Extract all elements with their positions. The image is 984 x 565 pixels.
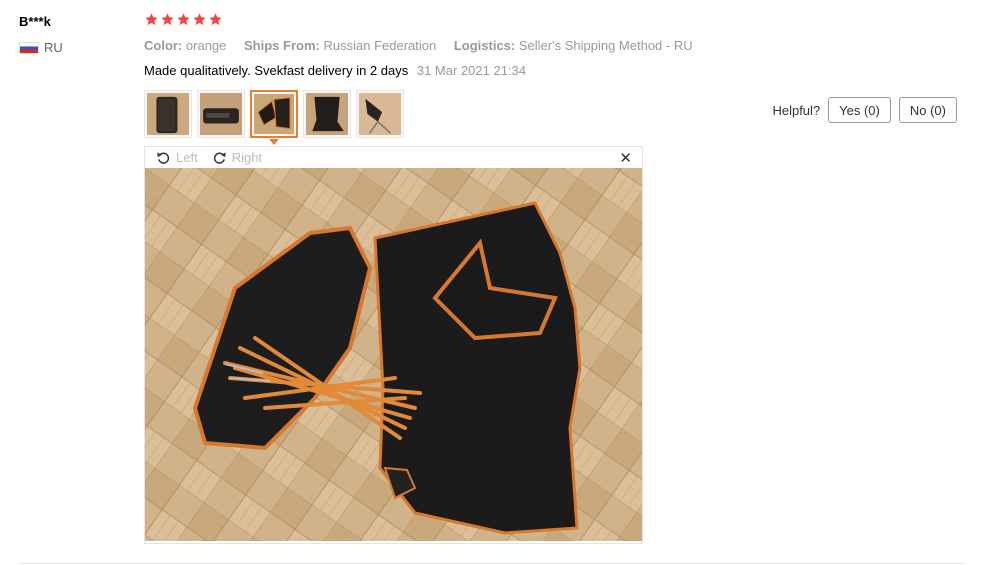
photo-thumbnails [144,90,404,145]
thumbnail-5[interactable] [356,90,404,138]
order-attributes: Color: orange Ships From: Russian Federa… [144,38,707,53]
helpful-no-button[interactable]: No (0) [898,97,957,123]
rotate-right-label: Right [231,150,263,165]
close-icon[interactable]: ✕ [619,149,632,167]
star-icon [177,13,190,26]
star-icon [209,13,222,26]
thumbnail-2[interactable] [197,90,245,138]
review-date: 31 Mar 2021 21:34 [416,63,526,78]
star-icon [161,13,174,26]
thumbnail-image [306,93,348,135]
selected-caret-icon [269,139,279,145]
attr-ships-from-label: Ships From: [244,38,320,53]
helpful-label: Helpful? [772,102,821,118]
rotate-left-button[interactable]: Left [156,150,198,165]
thumbnail-image [254,94,294,134]
thumbnail-4[interactable] [303,90,351,138]
review-photo [145,168,642,541]
thumbnail-3[interactable] [250,90,298,145]
review-body: Made qualitatively. Svekfast delivery in… [144,63,526,78]
attr-logistics-value: Seller's Shipping Method - RU [518,38,693,53]
attr-color-value: orange [185,38,227,53]
review-divider [19,563,965,564]
rotate-right-icon [213,152,226,164]
thumbnail-1[interactable] [144,90,192,138]
helpful-yes-button[interactable]: Yes (0) [828,97,891,123]
viewer-toolbar: Left Right ✕ [145,147,642,168]
rotate-left-label: Left [176,150,198,165]
attr-logistics-label: Logistics: [453,38,516,53]
attr-ships-from-value: Russian Federation [323,38,437,53]
star-rating [144,12,223,27]
rotate-right-button[interactable]: Right [212,150,262,165]
thumbnail-image [359,93,401,135]
russia-flag-icon [19,41,39,54]
attr-color-label: Color: [144,38,183,53]
thumbnail-image [147,93,189,135]
thumbnail-image [200,93,242,135]
star-icon [193,13,206,26]
user-country: RU [19,40,63,55]
user-name: B***k [19,14,51,29]
photo-viewer: Left Right ✕ [144,146,643,544]
rotate-left-icon [157,152,170,164]
country-code: RU [44,40,63,55]
star-icon [145,13,158,26]
review-text: Made qualitatively. Svekfast delivery in… [144,63,409,78]
helpful-vote: Helpful? Yes (0) No (0) [772,97,957,123]
